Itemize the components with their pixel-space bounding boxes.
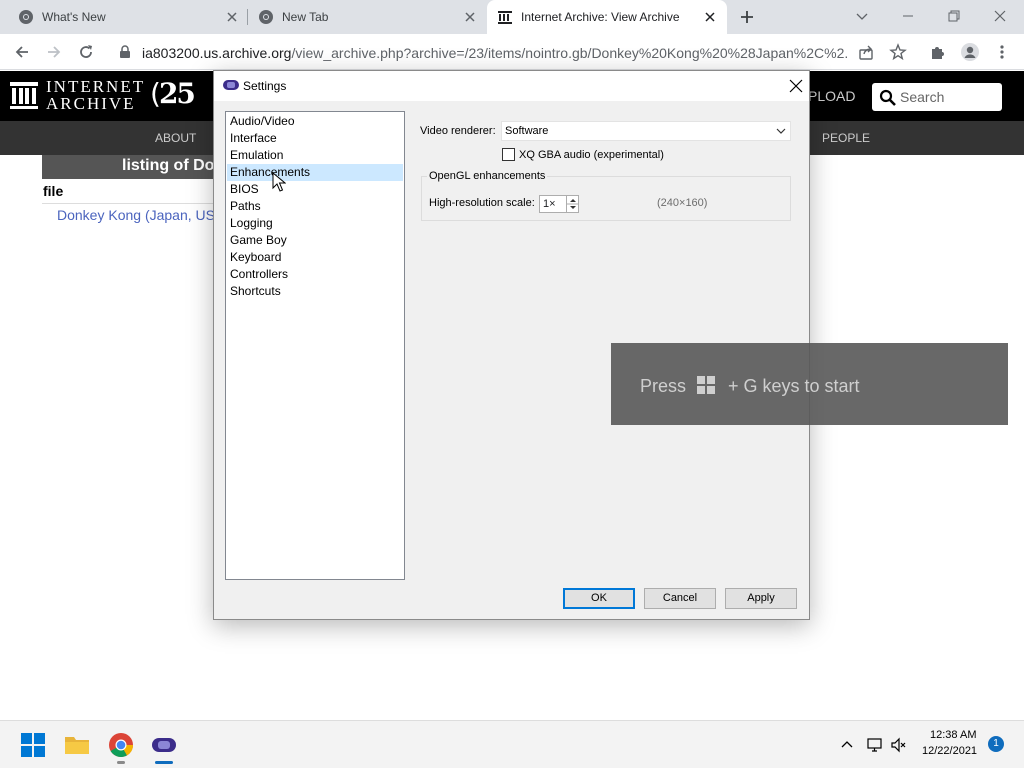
windows-start-icon[interactable]	[20, 732, 46, 758]
resolution-note: (240×160)	[657, 197, 708, 209]
tab-internet-archive[interactable]: Internet Archive: View Archive	[487, 0, 727, 34]
video-renderer-select[interactable]: Software	[501, 121, 791, 141]
url-text: ia803200.us.archive.org/view_archive.php…	[142, 45, 847, 61]
ok-button[interactable]: OK	[563, 588, 635, 609]
browser-menu-icon[interactable]	[992, 42, 1012, 62]
file-column-header: file	[43, 183, 64, 199]
clock-date[interactable]: 12/22/2021	[922, 745, 977, 757]
forward-arrow-icon[interactable]	[44, 42, 64, 62]
game-bar-keys-text: + G keys to start	[728, 376, 860, 396]
bookmark-star-icon[interactable]	[888, 42, 908, 62]
tab-whats-new[interactable]: What's New	[8, 0, 246, 34]
category-item-paths[interactable]: Paths	[227, 198, 403, 215]
close-icon[interactable]	[788, 78, 804, 94]
category-item-enhancements[interactable]: Enhancements	[227, 164, 403, 181]
category-item-game-boy[interactable]: Game Boy	[227, 232, 403, 249]
nav-people-link[interactable]: PEOPLE	[822, 131, 870, 145]
category-item-emulation[interactable]: Emulation	[227, 147, 403, 164]
taskbar: 12:38 AM 12/22/2021 1	[0, 720, 1024, 768]
internet-archive-logo-icon[interactable]	[10, 80, 38, 110]
category-item-audio-video[interactable]: Audio/Video	[227, 113, 403, 130]
game-bar-press-text: Press	[640, 376, 687, 396]
close-window-icon[interactable]	[990, 6, 1010, 26]
tab-title: New Tab	[282, 10, 329, 24]
network-icon[interactable]	[866, 736, 884, 754]
game-bar-toast[interactable]: Press + G keys to start	[611, 343, 1008, 425]
apply-button[interactable]: Apply	[725, 588, 797, 609]
cancel-button[interactable]: Cancel	[644, 588, 716, 609]
tab-search-chevron-icon[interactable]	[852, 6, 872, 26]
url-host: ia803200.us.archive.org	[142, 45, 292, 61]
category-item-controllers[interactable]: Controllers	[227, 266, 403, 283]
url-path: /view_archive.php?archive=/23/items/noin…	[291, 45, 847, 61]
new-tab-icon[interactable]	[738, 8, 756, 26]
category-item-shortcuts[interactable]: Shortcuts	[227, 283, 403, 300]
profile-avatar-icon[interactable]	[960, 42, 980, 62]
listing-title-bar: listing of Do	[42, 155, 232, 179]
search-placeholder: Search	[900, 89, 945, 105]
back-arrow-icon[interactable]	[12, 42, 32, 62]
anniversary-badge[interactable]: (25	[150, 77, 196, 110]
listing-title: listing of Do	[122, 157, 215, 174]
browser-toolbar: ia803200.us.archive.org/view_archive.php…	[0, 34, 1024, 70]
upload-link[interactable]: PLOAD	[808, 88, 855, 104]
search-icon	[879, 89, 897, 107]
dialog-title: Settings	[243, 79, 287, 93]
close-tab-icon[interactable]	[224, 9, 240, 25]
hires-scale-spinbox[interactable]: 1×	[539, 195, 579, 213]
lock-icon[interactable]	[118, 45, 132, 59]
chrome-taskbar-icon[interactable]	[108, 732, 134, 758]
divider	[42, 203, 222, 204]
category-item-keyboard[interactable]: Keyboard	[227, 249, 403, 266]
close-tab-icon[interactable]	[702, 9, 718, 25]
ia-search-box[interactable]: Search	[872, 83, 1002, 111]
minimize-icon[interactable]	[898, 6, 918, 26]
dialog-title-bar[interactable]: Settings	[214, 71, 809, 101]
category-item-bios[interactable]: BIOS	[227, 181, 403, 198]
chevron-up-icon[interactable]	[838, 736, 856, 754]
category-list[interactable]: Audio/Video Interface Emulation Enhancem…	[225, 111, 405, 580]
spin-arrows-icon[interactable]	[566, 196, 579, 212]
ia-logo-line2: ARCHIVE	[46, 94, 136, 113]
opengl-group-title: OpenGL enhancements	[427, 170, 548, 182]
mgba-taskbar-icon[interactable]	[151, 732, 177, 758]
category-item-logging[interactable]: Logging	[227, 215, 403, 232]
hires-scale-label: High-resolution scale:	[429, 197, 535, 209]
tab-title: Internet Archive: View Archive	[521, 10, 680, 24]
mouse-cursor-icon	[272, 172, 286, 192]
share-icon[interactable]	[856, 42, 876, 62]
clock-time[interactable]: 12:38 AM	[930, 729, 976, 741]
chrome-icon	[18, 9, 34, 25]
reload-icon[interactable]	[76, 42, 96, 62]
extensions-puzzle-icon[interactable]	[928, 42, 948, 62]
xq-audio-label[interactable]: XQ GBA audio (experimental)	[519, 149, 664, 161]
chrome-running-indicator	[117, 761, 125, 764]
video-renderer-label: Video renderer:	[420, 125, 496, 137]
chrome-icon	[258, 9, 274, 25]
ia-logo-text[interactable]: INTERNET ARCHIVE	[46, 78, 145, 112]
file-explorer-icon[interactable]	[64, 732, 90, 758]
mgba-active-indicator	[155, 761, 173, 764]
xq-audio-checkbox[interactable]	[502, 148, 515, 161]
ia-logo-line1: INTERNET	[46, 77, 146, 96]
volume-muted-icon[interactable]	[890, 736, 908, 754]
category-item-interface[interactable]: Interface	[227, 130, 403, 147]
close-tab-icon[interactable]	[462, 9, 478, 25]
tab-title: What's New	[42, 10, 106, 24]
mgba-app-icon	[223, 79, 239, 91]
file-link[interactable]: Donkey Kong (Japan, US	[57, 207, 215, 223]
internet-archive-icon	[497, 9, 513, 25]
tab-new-tab[interactable]: New Tab	[248, 0, 486, 34]
nav-about-link[interactable]: ABOUT	[155, 131, 196, 145]
restore-icon[interactable]	[944, 6, 964, 26]
browser-tab-strip: What's New New Tab Internet Archive: Vie…	[0, 0, 1024, 34]
chevron-down-icon	[776, 127, 786, 135]
address-bar[interactable]: ia803200.us.archive.org/view_archive.php…	[108, 38, 918, 66]
notification-badge[interactable]: 1	[988, 736, 1004, 752]
anniversary-number: 25	[158, 77, 196, 110]
hires-scale-value: 1×	[543, 198, 556, 210]
windows-key-icon	[697, 376, 715, 394]
video-renderer-value: Software	[505, 125, 549, 137]
